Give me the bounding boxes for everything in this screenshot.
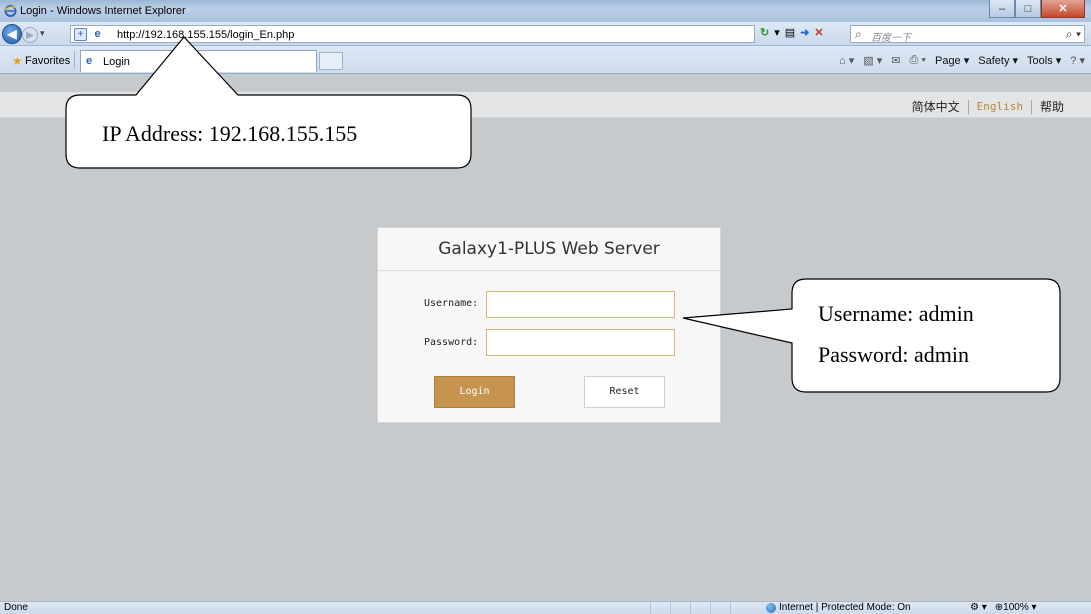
command-menu: ⌂ ▾ ▧ ▾ ✉ ⎙ ▾ Page ▾ Safety ▾ Tools ▾ ? …	[839, 54, 1085, 67]
url-field[interactable]: + e http://192.168.155.155/login_En.php	[70, 25, 755, 43]
login-title: Galaxy1-PLUS Web Server	[378, 228, 720, 271]
status-pane	[730, 602, 750, 614]
status-pane	[690, 602, 710, 614]
maximize-button[interactable]: □	[1015, 0, 1041, 18]
url-text: http://192.168.155.155/login_En.php	[117, 29, 295, 41]
page-menu[interactable]: Page ▾	[935, 54, 969, 67]
globe-icon	[766, 602, 776, 613]
reset-button[interactable]: Reset	[584, 376, 665, 408]
plus-icon: +	[74, 28, 87, 41]
internet-explorer-icon	[4, 4, 17, 17]
tab-login[interactable]: e Login	[80, 50, 317, 72]
zoom-icon: ⊕	[994, 602, 1004, 613]
refresh-dropdown-icon[interactable]: ▾	[774, 26, 780, 39]
status-right-tools: ⚙ ▾ ⊕100% ▾	[970, 602, 1037, 613]
safety-menu[interactable]: Safety ▾	[978, 54, 1018, 67]
new-tab-button[interactable]	[319, 52, 343, 70]
page-top-strip	[0, 75, 1091, 92]
language-bar: 简体中文 English 帮助	[0, 92, 1091, 118]
window-title: Login - Windows Internet Explorer	[20, 5, 186, 17]
login-panel: Galaxy1-PLUS Web Server Username: Passwo…	[377, 227, 721, 423]
username-label: Username:	[424, 298, 479, 309]
zoom-level: 100%	[1003, 602, 1029, 613]
page-content: 简体中文 English 帮助 Galaxy1-PLUS Web Server …	[0, 75, 1091, 601]
username-callout-text: Username: admin	[818, 301, 974, 326]
search-placeholder: 百度一下	[871, 33, 911, 44]
address-bar: ◀ ▶ ▾ + e http://192.168.155.155/login_E…	[0, 22, 1091, 46]
minimize-button[interactable]: –	[989, 0, 1015, 18]
status-bar: Done Internet | Protected Mode: On ⚙ ▾ ⊕…	[0, 601, 1091, 614]
mail-icon[interactable]: ✉	[891, 54, 900, 67]
favorites-star-icon[interactable]: ★	[12, 54, 23, 68]
search-field[interactable]: ⌕ 百度一下 ⌕ ▾	[850, 25, 1085, 44]
home-icon[interactable]: ⌂ ▾	[839, 54, 854, 67]
compatibility-view-icon[interactable]: ↻	[760, 26, 769, 39]
search-icon[interactable]: ⌕ ▾	[1066, 27, 1081, 42]
favorites-button[interactable]: Favorites	[25, 55, 70, 67]
feeds-icon[interactable]: ▧ ▾	[863, 54, 882, 67]
help-link[interactable]: 帮助	[1032, 98, 1064, 115]
password-label: Password:	[424, 337, 479, 348]
tools-menu[interactable]: Tools ▾	[1027, 54, 1061, 67]
window-controls: – □ ✕	[989, 0, 1085, 18]
password-callout-text: Password: admin	[818, 342, 969, 367]
status-panes	[650, 602, 750, 614]
login-button[interactable]: Login	[434, 376, 515, 408]
status-pane	[650, 602, 670, 614]
status-pane	[710, 602, 730, 614]
command-bar: ★ Favorites e Login ⌂ ▾ ▧ ▾ ✉ ⎙ ▾ Page ▾…	[0, 46, 1091, 74]
favorites-divider	[74, 51, 75, 69]
print-icon[interactable]: ⎙ ▾	[910, 54, 926, 67]
stop-icon[interactable]: ✕	[814, 26, 823, 39]
page-icon: e	[94, 28, 101, 40]
status-text: Done	[4, 602, 28, 613]
page-doc-icon[interactable]: ▤	[785, 26, 795, 39]
protected-mode-icon[interactable]: ⚙ ▾	[970, 602, 987, 613]
tab-page-icon: e	[86, 55, 93, 67]
back-button[interactable]: ◀	[2, 24, 22, 44]
status-pane	[670, 602, 690, 614]
password-input[interactable]	[486, 329, 675, 356]
language-links: 简体中文 English 帮助	[904, 98, 1064, 115]
ip-callout-text: IP Address: 192.168.155.155	[102, 121, 358, 146]
username-input[interactable]	[486, 291, 675, 318]
tab-label: Login	[103, 56, 130, 68]
language-chinese-link[interactable]: 简体中文	[904, 98, 968, 115]
help-icon[interactable]: ? ▾	[1070, 54, 1085, 67]
forward-button[interactable]: ▶	[22, 27, 38, 43]
zoom-control[interactable]: ⊕100% ▾	[995, 602, 1037, 613]
close-button[interactable]: ✕	[1041, 0, 1085, 18]
go-arrow-icon[interactable]: ➜	[800, 26, 809, 39]
zone-text: Internet | Protected Mode: On	[779, 602, 911, 613]
search-provider-icon: ⌕	[855, 27, 862, 41]
recent-pages-dropdown[interactable]: ▾	[40, 28, 45, 39]
address-tools: ↻ ▾ ▤ ➜ ✕	[760, 26, 824, 39]
window-titlebar: Login - Windows Internet Explorer – □ ✕	[0, 0, 1091, 22]
language-english-link[interactable]: English	[969, 100, 1031, 113]
security-zone[interactable]: Internet | Protected Mode: On	[766, 602, 911, 613]
